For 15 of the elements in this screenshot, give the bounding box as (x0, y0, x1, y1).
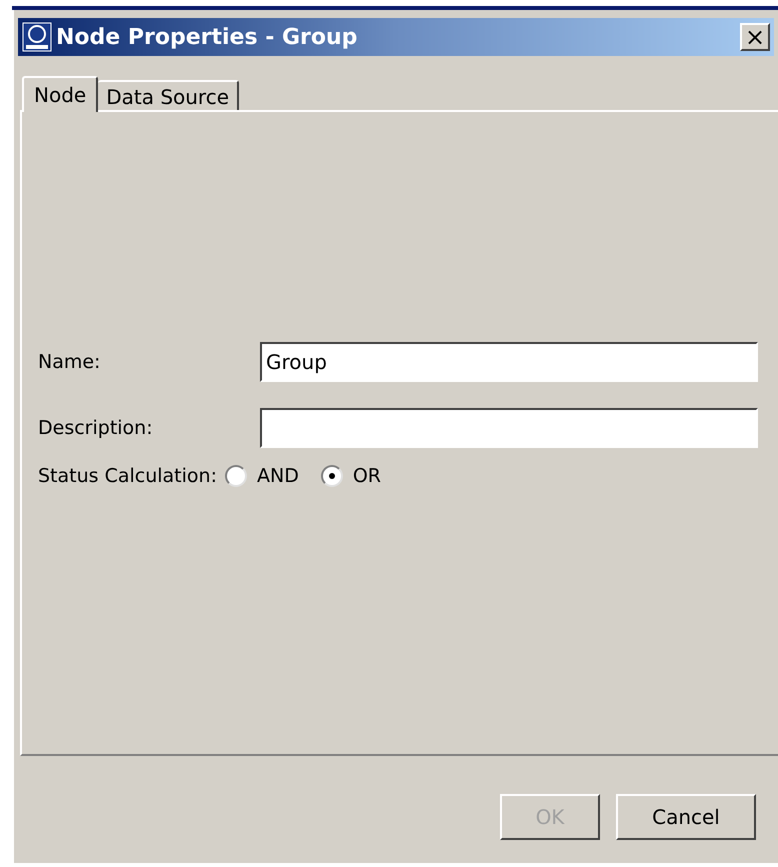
radio-button[interactable] (320, 465, 343, 488)
app-logo-icon (22, 22, 52, 52)
close-button[interactable]: × (740, 23, 770, 51)
input-field[interactable]: Group (260, 342, 758, 382)
field-label: Name: (38, 350, 102, 375)
dialog-button[interactable]: Cancel (616, 794, 756, 840)
input-field[interactable] (260, 408, 758, 448)
tab[interactable]: Data Source (98, 80, 240, 110)
tab[interactable]: Node (22, 76, 98, 112)
radio-option[interactable]: OR (320, 462, 381, 490)
radio-option[interactable]: AND (224, 462, 299, 490)
field-label: Status Calculation: (38, 464, 217, 489)
radio-button[interactable] (224, 465, 247, 488)
field-label: Description: (38, 416, 154, 441)
window-title: Node Properties - Group (56, 24, 358, 52)
